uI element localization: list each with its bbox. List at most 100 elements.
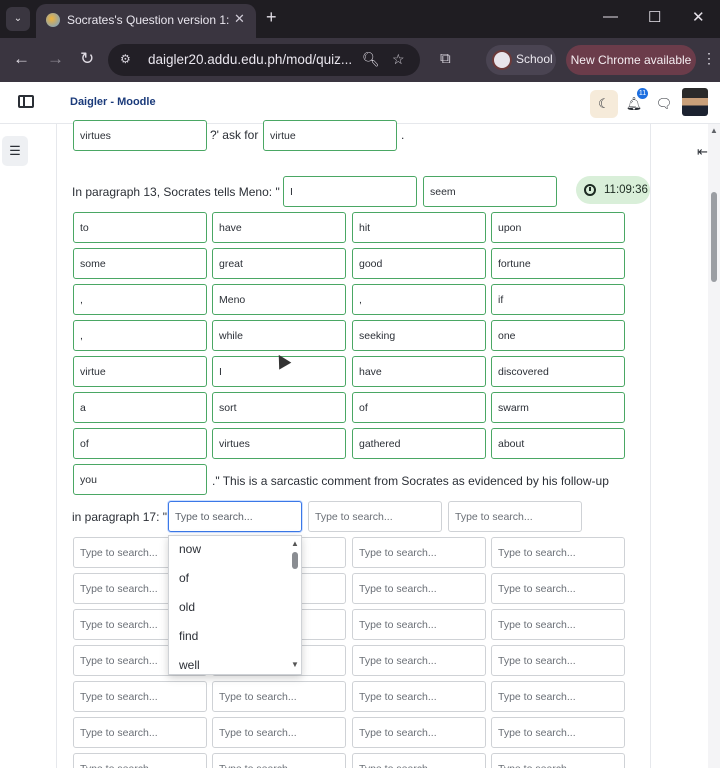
dropdown-option[interactable]: of — [179, 571, 189, 585]
dropdown-option[interactable]: now — [179, 542, 201, 556]
answer-blank[interactable]: , — [73, 320, 207, 351]
answer-search-input[interactable]: Type to search... — [352, 537, 486, 568]
answer-search-input[interactable]: Type to search... — [352, 753, 486, 768]
answer-blank[interactable]: hit — [352, 212, 486, 243]
answer-blank[interactable]: virtue — [263, 120, 397, 151]
dropdown-scroll-up-icon[interactable]: ▲ — [291, 539, 299, 548]
answer-blank[interactable]: I — [283, 176, 417, 207]
answer-search-input[interactable]: Type to search... — [491, 681, 625, 712]
page-scroll-thumb[interactable] — [711, 192, 717, 282]
answer-search-input[interactable]: Type to search... — [491, 537, 625, 568]
answer-search-input[interactable]: Type to search... — [491, 609, 625, 640]
maximize-icon[interactable]: ☐ — [648, 8, 661, 26]
answer-blank[interactable]: have — [212, 212, 346, 243]
messages-chat-icon[interactable]: 🗨︎ — [650, 90, 678, 118]
answer-blank[interactable]: if — [491, 284, 625, 315]
answer-blank[interactable]: of — [352, 392, 486, 423]
chrome-update-button[interactable]: New Chrome available — [566, 45, 696, 75]
answer-search-input[interactable]: Type to search... — [308, 501, 442, 532]
answer-blank[interactable]: about — [491, 428, 625, 459]
user-avatar[interactable] — [682, 88, 708, 116]
answer-blank[interactable]: gathered — [352, 428, 486, 459]
window-close-icon[interactable]: ✕ — [692, 8, 705, 26]
profile-button[interactable]: School — [486, 45, 556, 75]
answer-blank[interactable]: of — [73, 428, 207, 459]
dropdown-option[interactable]: old — [179, 600, 195, 614]
dark-mode-moon-icon[interactable]: ☾ — [590, 90, 618, 118]
open-block-drawer-icon[interactable]: ⇤ — [697, 144, 708, 160]
answer-blank[interactable]: to — [73, 212, 207, 243]
minimize-icon[interactable]: — — [603, 8, 618, 25]
answer-blank[interactable]: virtues — [212, 428, 346, 459]
answer-search-input[interactable]: Type to search... — [212, 717, 346, 748]
answer-blank[interactable]: you — [73, 464, 207, 495]
answer-search-input[interactable]: Type to search... — [212, 753, 346, 768]
answer-blank[interactable]: one — [491, 320, 625, 351]
answer-search-input[interactable]: Type to search... — [352, 573, 486, 604]
answer-blank[interactable]: have — [352, 356, 486, 387]
answer-blank[interactable]: , — [352, 284, 486, 315]
answer-blank[interactable]: some — [73, 248, 207, 279]
answer-search-input[interactable]: Type to search... — [352, 717, 486, 748]
address-bar[interactable]: ⚙ daigler20.addu.edu.ph/mod/quiz... 🔍︎ ☆ — [108, 44, 420, 76]
tab-close-icon[interactable]: ✕ — [234, 11, 245, 27]
answer-blank[interactable]: , — [73, 284, 207, 315]
dropdown-option[interactable]: find — [179, 629, 198, 643]
back-arrow-icon[interactable]: ← — [13, 49, 30, 69]
dropdown-scroll-thumb[interactable] — [292, 552, 298, 569]
address-url[interactable]: daigler20.addu.edu.ph/mod/quiz... — [148, 52, 352, 67]
answer-search-input-active[interactable]: Type to search... — [168, 501, 302, 532]
answer-blank[interactable]: fortune — [491, 248, 625, 279]
reload-icon[interactable]: ↻ — [80, 49, 94, 69]
answer-search-input[interactable]: Type to search... — [73, 717, 207, 748]
answer-search-input[interactable]: Type to search... — [491, 717, 625, 748]
side-drawer-toggle-icon[interactable] — [18, 95, 34, 108]
answer-search-input[interactable]: Type to search... — [491, 753, 625, 768]
moodle-favicon-icon — [46, 13, 60, 27]
dropdown-option[interactable]: well — [179, 658, 200, 672]
zoom-search-icon[interactable]: 🔍︎ — [362, 51, 380, 68]
answer-blank[interactable]: Meno — [212, 284, 346, 315]
profile-avatar — [492, 50, 512, 70]
browser-tab-active[interactable]: Socrates's Question version 1: E ✕ — [36, 4, 256, 38]
autocomplete-dropdown[interactable]: now of old find well ▲ ▼ — [168, 535, 302, 675]
answer-blank[interactable]: discovered — [491, 356, 625, 387]
site-brand[interactable]: Daigler - Moodle — [70, 96, 156, 108]
answer-search-input[interactable]: Type to search... — [73, 753, 207, 768]
answer-blank[interactable]: great — [212, 248, 346, 279]
answer-search-input[interactable]: Type to search... — [491, 573, 625, 604]
answer-blank[interactable]: virtues — [73, 120, 207, 151]
tab-search-chevron-icon[interactable]: ⌄ — [6, 7, 30, 31]
moodle-navbar: Daigler - Moodle ☾ 🔔︎ 🗨︎ — [0, 82, 720, 124]
answer-blank[interactable]: virtue — [73, 356, 207, 387]
site-info-icon[interactable]: ⚙ — [120, 52, 131, 66]
course-index-icon[interactable]: ☰ — [2, 136, 28, 166]
question-text: In paragraph 13, Socrates tells Meno: " — [72, 185, 280, 199]
answer-blank[interactable]: a — [73, 392, 207, 423]
answer-blank[interactable]: upon — [491, 212, 625, 243]
extensions-puzzle-icon[interactable]: ⧉ — [440, 50, 451, 67]
answer-blank[interactable]: seem — [423, 176, 557, 207]
answer-search-input[interactable]: Type to search... — [352, 609, 486, 640]
dropdown-scroll-down-icon[interactable]: ▼ — [291, 660, 299, 669]
chrome-menu-icon[interactable]: ⋮ — [702, 50, 716, 67]
forward-arrow-icon[interactable]: → — [47, 49, 64, 69]
bookmark-star-icon[interactable]: ☆ — [392, 51, 405, 68]
answer-search-input[interactable]: Type to search... — [448, 501, 582, 532]
answer-search-input[interactable]: Type to search... — [212, 681, 346, 712]
answer-search-input[interactable]: Type to search... — [491, 645, 625, 676]
answer-blank[interactable]: sort — [212, 392, 346, 423]
scroll-up-arrow-icon[interactable]: ▲ — [710, 126, 718, 135]
answer-search-input[interactable]: Type to search... — [73, 681, 207, 712]
answer-search-input[interactable]: Type to search... — [352, 645, 486, 676]
answer-search-input[interactable]: Type to search... — [352, 681, 486, 712]
answer-blank[interactable]: while — [212, 320, 346, 351]
answer-blank[interactable]: seeking — [352, 320, 486, 351]
page-scrollbar[interactable]: ▲ — [708, 124, 720, 768]
dropdown-scrollbar[interactable]: ▲ ▼ — [290, 539, 300, 671]
new-tab-plus-icon[interactable]: + — [266, 7, 277, 27]
answer-blank[interactable]: good — [352, 248, 486, 279]
answer-blank[interactable]: swarm — [491, 392, 625, 423]
quiz-timer: 11:09:36 — [576, 176, 650, 204]
question-text: ?' ask for — [210, 128, 259, 142]
